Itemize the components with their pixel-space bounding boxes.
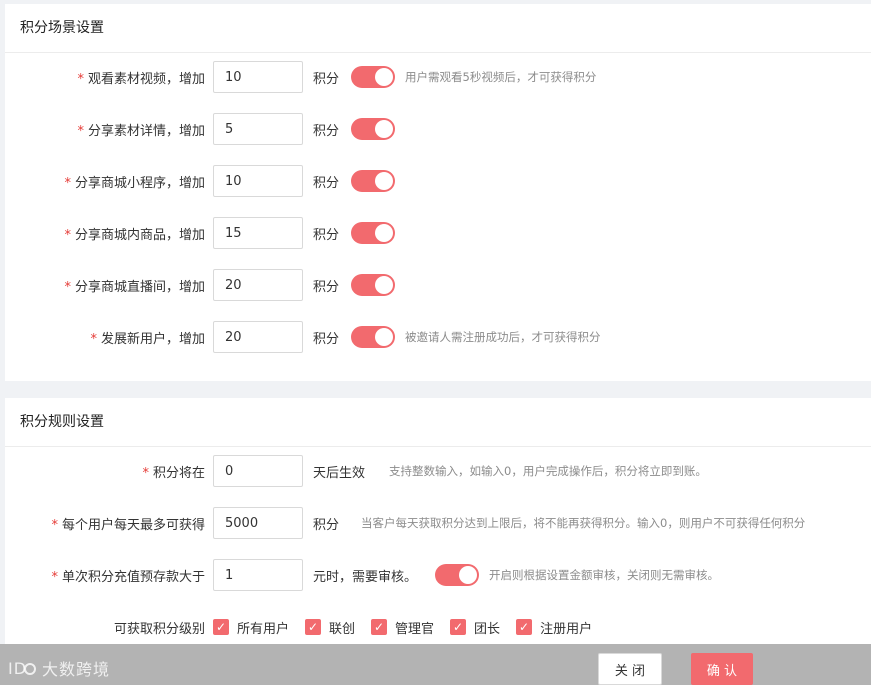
scene-row-share-live: *分享商城直播间，增加 积分 (5, 269, 871, 301)
scene-label: * 观看素材视频，增加 (77, 71, 205, 87)
watermark: ID 大数跨境 (8, 656, 110, 680)
share-product-toggle[interactable] (351, 222, 395, 244)
level-label-leader: 团长 (474, 621, 501, 637)
required-mark: * (51, 517, 58, 533)
watch-video-hint: 用户需观看5秒视频后，才可获得积分 (405, 70, 597, 84)
scene-row-share-material: *分享素材详情，增加 积分 (5, 113, 871, 145)
rule-row-levels: 可获取积分级别 ✓ 所有用户 ✓ 联创 ✓ 管理官 ✓ 团长 ✓ 注册用户 (5, 612, 871, 642)
required-mark: * (142, 465, 149, 481)
share-live-points-input[interactable] (213, 269, 303, 301)
scene-settings-card: 积分场景设置 *观看素材视频，增加 积分 用户需观看5秒视频后，才可获得积分 *… (5, 4, 871, 381)
new-user-toggle[interactable] (351, 326, 395, 348)
level-checkbox-manager[interactable]: ✓ (371, 619, 388, 635)
level-checkbox-registered[interactable]: ✓ (516, 619, 533, 635)
scene-label: * 发展新用户，增加 (90, 331, 205, 347)
scene-label: * 分享商城直播间，增加 (64, 279, 205, 295)
rule-label: * 每个用户每天最多可获得 (51, 517, 205, 533)
recharge-review-toggle[interactable] (435, 564, 479, 586)
points-unit: 积分 (313, 175, 340, 191)
level-checkbox-leader[interactable]: ✓ (450, 619, 467, 635)
level-checkbox-cofounder[interactable]: ✓ (305, 619, 322, 635)
scene-row-share-miniprogram: *分享商城小程序，增加 积分 (5, 165, 871, 197)
share-product-points-input[interactable] (213, 217, 303, 249)
share-live-toggle[interactable] (351, 274, 395, 296)
share-miniprogram-points-input[interactable] (213, 165, 303, 197)
required-mark: * (77, 123, 84, 139)
scene-label: * 分享商城小程序，增加 (64, 175, 205, 191)
rule-row-effective: *积分将在 天后生效 支持整数输入，如输入0，用户完成操作后，积分将立即到账。 (5, 455, 871, 487)
new-user-points-input[interactable] (213, 321, 303, 353)
recharge-unit: 元时，需要审核。 (313, 569, 418, 585)
required-mark: * (51, 569, 58, 585)
rule-label: * 积分将在 (142, 465, 205, 481)
required-mark: * (64, 175, 71, 191)
effective-days-input[interactable] (213, 455, 303, 487)
levels-checkbox-group: ✓ 所有用户 ✓ 联创 ✓ 管理官 ✓ 团长 ✓ 注册用户 (213, 618, 608, 637)
confirm-button[interactable]: 确 认 (691, 653, 753, 685)
scene-row-new-user: *发展新用户，增加 积分 被邀请人需注册成功后，才可获得积分 (5, 321, 871, 353)
points-unit: 积分 (313, 227, 340, 243)
scene-label: * 分享素材详情，增加 (77, 123, 205, 139)
close-button[interactable]: 关 闭 (598, 653, 662, 685)
daily-max-input[interactable] (213, 507, 303, 539)
rule-settings-card: 积分规则设置 *积分将在 天后生效 支持整数输入，如输入0，用户完成操作后，积分… (5, 398, 871, 644)
level-label-cofounder: 联创 (329, 621, 356, 637)
points-unit: 积分 (313, 71, 340, 87)
share-material-toggle[interactable] (351, 118, 395, 140)
level-label-registered: 注册用户 (540, 621, 593, 637)
effective-hint: 支持整数输入，如输入0，用户完成操作后，积分将立即到账。 (389, 464, 707, 478)
recharge-threshold-input[interactable] (213, 559, 303, 591)
new-user-hint: 被邀请人需注册成功后，才可获得积分 (405, 330, 601, 344)
required-mark: * (64, 227, 71, 243)
level-label-manager: 管理官 (395, 621, 435, 637)
scene-settings-title: 积分场景设置 (5, 4, 871, 53)
rule-label: * 单次积分充值预存款大于 (51, 569, 205, 585)
daily-max-hint: 当客户每天获取积分达到上限后，将不能再获得积分。输入0，则用户不可获得任何积分 (361, 516, 806, 530)
watch-video-toggle[interactable] (351, 66, 395, 88)
share-material-points-input[interactable] (213, 113, 303, 145)
scene-row-watch-video: *观看素材视频，增加 积分 用户需观看5秒视频后，才可获得积分 (5, 61, 871, 93)
watch-video-points-input[interactable] (213, 61, 303, 93)
scene-label: * 分享商城内商品，增加 (64, 227, 205, 243)
share-miniprogram-toggle[interactable] (351, 170, 395, 192)
rule-row-daily-max: *每个用户每天最多可获得 积分 当客户每天获取积分达到上限后，将不能再获得积分。… (5, 507, 871, 539)
level-checkbox-all[interactable]: ✓ (213, 619, 229, 635)
watermark-text: 大数跨境 (42, 660, 111, 679)
points-unit: 积分 (313, 123, 340, 139)
points-unit: 积分 (313, 279, 340, 295)
required-mark: * (90, 331, 97, 347)
level-label-all: 所有用户 (237, 621, 290, 637)
required-mark: * (64, 279, 71, 295)
rule-settings-title: 积分规则设置 (5, 398, 871, 447)
points-unit: 积分 (313, 331, 340, 347)
recharge-hint: 开启则根据设置金额审核，关闭则无需审核。 (489, 568, 719, 582)
effective-unit: 天后生效 (313, 465, 366, 481)
scene-row-share-product: *分享商城内商品，增加 积分 (5, 217, 871, 249)
levels-label: 可获取积分级别 (113, 621, 205, 637)
daily-max-unit: 积分 (313, 517, 340, 533)
rule-row-recharge: *单次积分充值预存款大于 元时，需要审核。 开启则根据设置金额审核，关闭则无需审… (5, 559, 871, 591)
watermark-logo-icon: ID (8, 659, 36, 678)
required-mark: * (77, 71, 84, 87)
